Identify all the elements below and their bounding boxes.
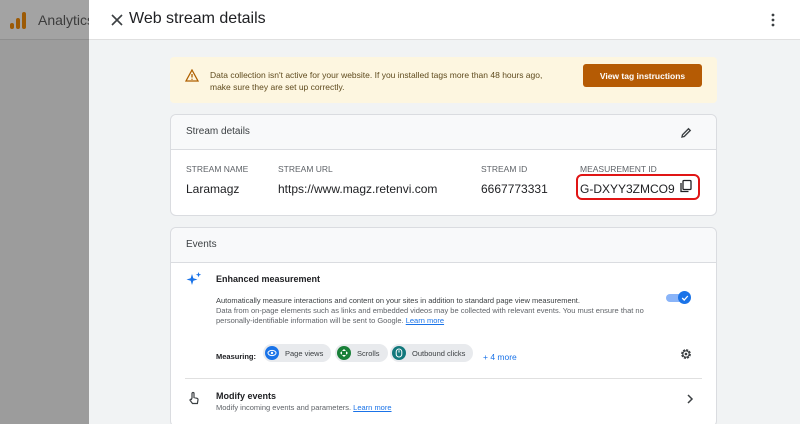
modify-events-description-text: Modify incoming events and parameters.: [216, 403, 352, 412]
modify-events-description: Modify incoming events and parameters. L…: [216, 403, 392, 412]
chip-outbound-clicks-label: Outbound clicks: [412, 348, 466, 358]
chip-scrolls: Scrolls: [335, 344, 388, 362]
background-app-title: Analytics: [38, 12, 95, 28]
stream-url-value: https://www.magz.retenvi.com: [278, 182, 438, 196]
toggle-knob: [678, 291, 691, 304]
chip-page-views-label: Page views: [285, 348, 324, 358]
check-icon: [681, 295, 688, 301]
stream-name-label: STREAM NAME: [186, 164, 249, 174]
eye-icon: [265, 346, 279, 360]
modify-events-row[interactable]: Modify events Modify incoming events and…: [171, 379, 716, 419]
panel-header: Web stream details: [89, 0, 800, 40]
stream-name-value: Laramagz: [186, 182, 240, 196]
stream-details-heading: Stream details: [186, 126, 250, 137]
copy-icon[interactable]: [679, 179, 693, 193]
web-stream-details-panel: Web stream details Data collection isn't…: [89, 0, 800, 424]
chip-page-views: Page views: [263, 344, 332, 362]
warning-icon: [185, 69, 199, 82]
enhanced-learn-more-link[interactable]: Learn more: [406, 316, 444, 325]
measuring-label: Measuring:: [216, 352, 257, 361]
panel-title: Web stream details: [129, 10, 266, 27]
stream-url-field: STREAM URL https://www.magz.retenvi.com: [278, 164, 437, 196]
modify-learn-more-link[interactable]: Learn more: [353, 403, 391, 412]
stream-name-field: STREAM NAME Laramagz: [186, 164, 248, 196]
events-header: Events: [171, 228, 716, 263]
events-card: Events Enhanced measurement Automaticall…: [170, 227, 717, 424]
stream-id-field: STREAM ID 6667773331: [481, 164, 548, 196]
edit-stream-button[interactable]: [677, 124, 695, 142]
measurement-id-label: MEASUREMENT ID: [580, 164, 657, 174]
scroll-icon: [337, 346, 351, 360]
chip-outbound-clicks: Outbound clicks: [390, 344, 474, 362]
edit-icon: [681, 127, 692, 138]
events-heading: Events: [186, 239, 217, 250]
chevron-right-icon: [687, 394, 694, 404]
stream-url-label: STREAM URL: [278, 164, 333, 174]
stream-id-label: STREAM ID: [481, 164, 528, 174]
more-measuring-link[interactable]: + 4 more: [483, 352, 517, 362]
enhanced-measurement-description: Automatically measure interactions and c…: [216, 296, 580, 305]
enhanced-measurement-title: Enhanced measurement: [216, 274, 321, 284]
view-tag-instructions-button[interactable]: View tag instructions: [583, 64, 702, 87]
chip-scrolls-label: Scrolls: [357, 348, 380, 358]
close-button[interactable]: [105, 8, 129, 32]
data-collection-alert: Data collection isn't active for your we…: [170, 57, 717, 103]
stream-details-card: Stream details STREAM NAME Laramagz STRE…: [170, 114, 717, 216]
modify-events-title: Modify events: [216, 391, 277, 401]
stream-details-header: Stream details: [171, 115, 716, 150]
enhanced-measurement-row: Enhanced measurement Automatically measu…: [171, 263, 716, 378]
more-options-button[interactable]: [761, 8, 785, 32]
touch-icon: [189, 391, 199, 405]
analytics-logo-icon: [10, 11, 28, 29]
gear-icon[interactable]: [679, 347, 693, 361]
outbound-click-icon: [392, 346, 406, 360]
enhanced-measurement-toggle[interactable]: [666, 291, 691, 304]
stream-id-value: 6667773331: [481, 182, 548, 196]
enhanced-measurement-note: Data from on-page elements such as links…: [216, 306, 666, 326]
close-icon: [111, 14, 123, 26]
alert-message: Data collection isn't active for your we…: [210, 70, 543, 92]
sparkle-icon: [186, 272, 202, 285]
more-vert-icon: [771, 13, 775, 27]
